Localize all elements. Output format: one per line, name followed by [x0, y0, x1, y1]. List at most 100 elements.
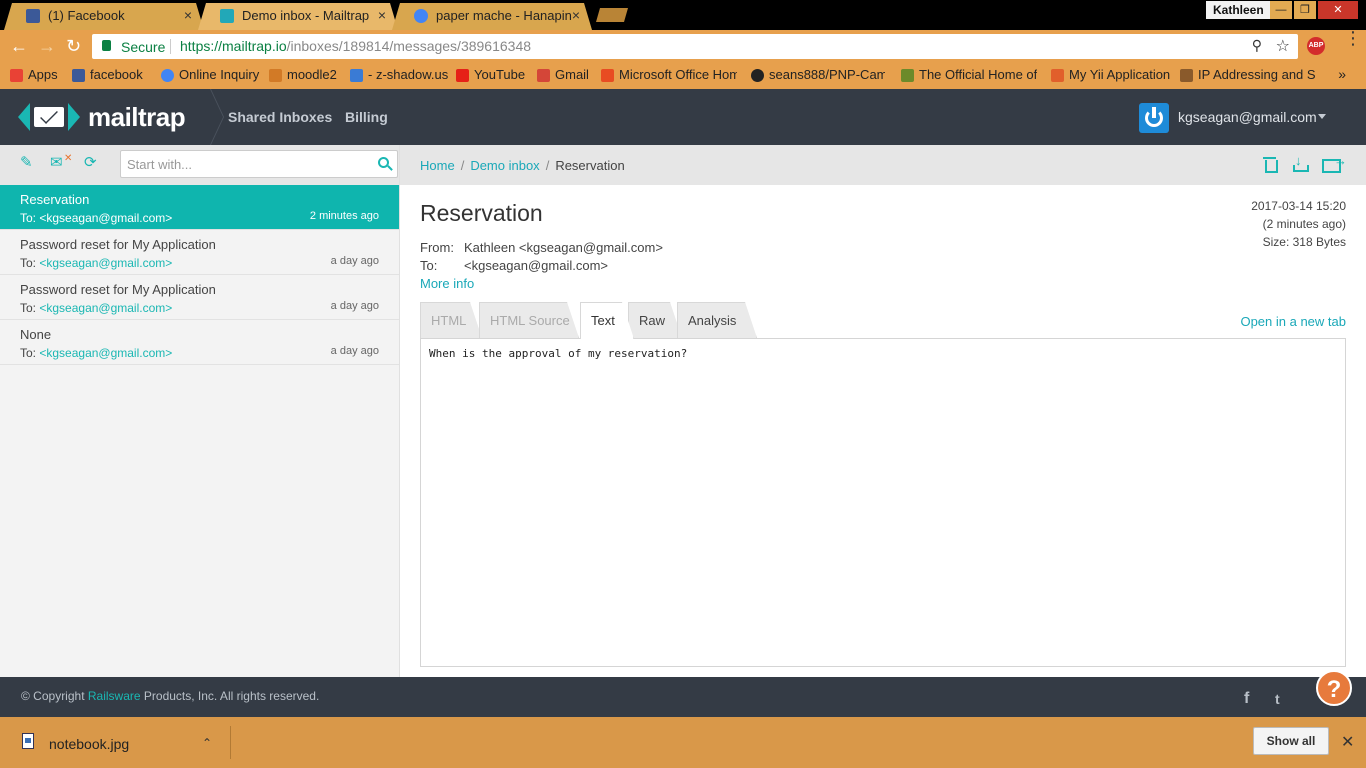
- mailtrap-logo[interactable]: mailtrap: [18, 101, 186, 133]
- message-size: Size: 318 Bytes: [1262, 235, 1346, 249]
- adblock-icon[interactable]: ABP: [1307, 37, 1325, 55]
- window-close-icon[interactable]: ✕: [1318, 1, 1358, 19]
- breadcrumb-home[interactable]: Home: [420, 158, 455, 173]
- open-new-tab-link[interactable]: Open in a new tab: [1240, 314, 1346, 329]
- search-icon[interactable]: [378, 157, 389, 168]
- message-item[interactable]: Reservation To: <kgseagan@gmail.com> 2 m…: [0, 185, 399, 230]
- bookmark-youtube[interactable]: YouTube: [456, 67, 525, 82]
- chevron-up-icon[interactable]: ⌃: [202, 736, 212, 750]
- address-bar[interactable]: Secure https://mailtrap.io/inboxes/18981…: [92, 34, 1298, 59]
- message-body-text: When is the approval of my reservation?: [429, 347, 688, 360]
- bookmark-online-inquiry[interactable]: Online Inquiry: [161, 67, 259, 82]
- logo-text: mailtrap: [88, 101, 186, 132]
- message-ago: (2 minutes ago): [1262, 217, 1346, 231]
- message-recipient: To: <kgseagan@gmail.com>: [20, 256, 173, 270]
- secure-label: Secure: [121, 39, 166, 55]
- close-icon[interactable]: ×: [184, 3, 192, 28]
- download-filename[interactable]: notebook.jpg: [49, 736, 129, 752]
- bookmarks-overflow-icon[interactable]: »: [1338, 66, 1346, 82]
- browser-tab-facebook[interactable]: (1) Facebook ×: [4, 3, 204, 30]
- breadcrumb: Home / Demo inbox / Reservation: [420, 158, 625, 173]
- download-icon[interactable]: [1292, 153, 1309, 172]
- search-input[interactable]: [121, 151, 361, 177]
- profile-button[interactable]: Kathleen: [1206, 1, 1271, 19]
- bookmark-github[interactable]: seans888/PNP-Camp: [751, 67, 885, 82]
- clear-inbox-icon[interactable]: ✉ ✕: [50, 153, 72, 171]
- minimize-icon[interactable]: —: [1270, 1, 1292, 19]
- message-item[interactable]: Password reset for My Application To: <k…: [0, 275, 399, 320]
- message-subject: Reservation: [20, 192, 90, 207]
- google-icon: [414, 9, 428, 23]
- star-icon[interactable]: ☆: [1276, 36, 1290, 56]
- bookmark-label: YouTube: [474, 67, 526, 82]
- lock-icon: [102, 40, 111, 51]
- nav-billing[interactable]: Billing: [345, 109, 388, 125]
- bookmark-label: moodle2: [287, 67, 337, 82]
- browser-tab-mailtrap[interactable]: Demo inbox - Mailtrap ×: [198, 3, 398, 30]
- back-icon[interactable]: ←: [10, 36, 28, 57]
- youtube-icon: [456, 69, 469, 82]
- bookmark-ip-addressing[interactable]: IP Addressing and Su: [1180, 67, 1316, 82]
- bookmark-z-shadow[interactable]: - z-shadow.us: [350, 67, 448, 82]
- railsware-link[interactable]: Railsware: [88, 689, 141, 703]
- bookmark-label: IP Addressing and Su: [1198, 67, 1316, 82]
- chevron-down-icon[interactable]: [1318, 114, 1326, 119]
- tab-title: Demo inbox - Mailtrap: [242, 8, 370, 23]
- facebook-icon: [72, 69, 85, 82]
- breadcrumb-inbox[interactable]: Demo inbox: [470, 158, 539, 173]
- more-info-link[interactable]: More info: [420, 276, 474, 291]
- bookmark-gmail[interactable]: Gmail: [537, 67, 589, 82]
- bookmark-moodle2[interactable]: moodle2: [269, 67, 337, 82]
- help-icon[interactable]: ?: [1316, 670, 1352, 706]
- bookmark-label: The Official Home of: [919, 67, 1037, 82]
- message-time: a day ago: [330, 300, 379, 312]
- url-text[interactable]: https://mailtrap.io/inboxes/189814/messa…: [180, 38, 531, 54]
- search-field[interactable]: [120, 150, 398, 178]
- reload-icon[interactable]: ↻: [66, 36, 81, 57]
- bookmark-label: My Yii Application: [1069, 67, 1171, 82]
- browser-menu-icon[interactable]: ⋮: [1344, 29, 1362, 47]
- bookmark-label: Microsoft Office Home: [619, 67, 737, 82]
- tab-text[interactable]: Text: [580, 302, 634, 339]
- bookmark-facebook[interactable]: facebook: [72, 67, 143, 82]
- show-all-button[interactable]: Show all: [1253, 727, 1329, 755]
- bookmark-apps[interactable]: Apps: [10, 67, 58, 82]
- forward-mail-icon[interactable]: [1322, 153, 1347, 173]
- close-icon[interactable]: ✕: [1341, 732, 1354, 752]
- message-time: 2 minutes ago: [309, 210, 379, 222]
- facebook-icon[interactable]: f: [1244, 690, 1249, 708]
- tab-analysis[interactable]: Analysis: [677, 302, 757, 338]
- image-file-icon: [22, 733, 34, 749]
- refresh-icon[interactable]: ⟳: [84, 155, 100, 171]
- app-header: mailtrap Shared Inboxes Billing kgseagan…: [0, 89, 1366, 145]
- tab-html[interactable]: HTML: [420, 302, 482, 338]
- power-icon[interactable]: [1139, 103, 1169, 133]
- bookmark-official-home[interactable]: The Official Home of: [901, 67, 1037, 82]
- browser-tab-google[interactable]: paper mache - Hanapin ×: [392, 3, 592, 30]
- forward-icon[interactable]: →: [38, 36, 56, 57]
- message-subject: Password reset for My Application: [20, 282, 216, 297]
- moodle-icon: [269, 69, 282, 82]
- user-email[interactable]: kgseagan@gmail.com: [1178, 109, 1317, 125]
- bookmark-yii[interactable]: My Yii Application: [1051, 67, 1170, 82]
- restore-icon[interactable]: ❐: [1294, 1, 1316, 19]
- new-tab-button[interactable]: [596, 8, 628, 22]
- close-icon[interactable]: ×: [572, 3, 580, 28]
- trash-icon[interactable]: [1262, 156, 1278, 173]
- site-icon: [901, 69, 914, 82]
- message-toolbar: Home / Demo inbox / Reservation: [400, 145, 1366, 185]
- bookmark-office[interactable]: Microsoft Office Home: [601, 67, 737, 82]
- from-row: From: Kathleen <kgseagan@gmail.com>: [420, 240, 663, 255]
- close-icon[interactable]: ×: [378, 3, 386, 28]
- mark-read-icon[interactable]: ✎: [20, 155, 36, 171]
- divider: [230, 726, 231, 759]
- apps-icon: [10, 69, 23, 82]
- twitter-icon[interactable]: t: [1275, 691, 1280, 707]
- bookmark-label: Gmail: [555, 67, 589, 82]
- tab-raw[interactable]: Raw: [628, 302, 682, 338]
- message-item[interactable]: Password reset for My Application To: <k…: [0, 230, 399, 275]
- key-icon[interactable]: ⚲: [1252, 37, 1262, 54]
- message-item[interactable]: None To: <kgseagan@gmail.com> a day ago: [0, 320, 399, 365]
- nav-shared-inboxes[interactable]: Shared Inboxes: [228, 109, 332, 125]
- tab-html-source[interactable]: HTML Source: [479, 302, 579, 338]
